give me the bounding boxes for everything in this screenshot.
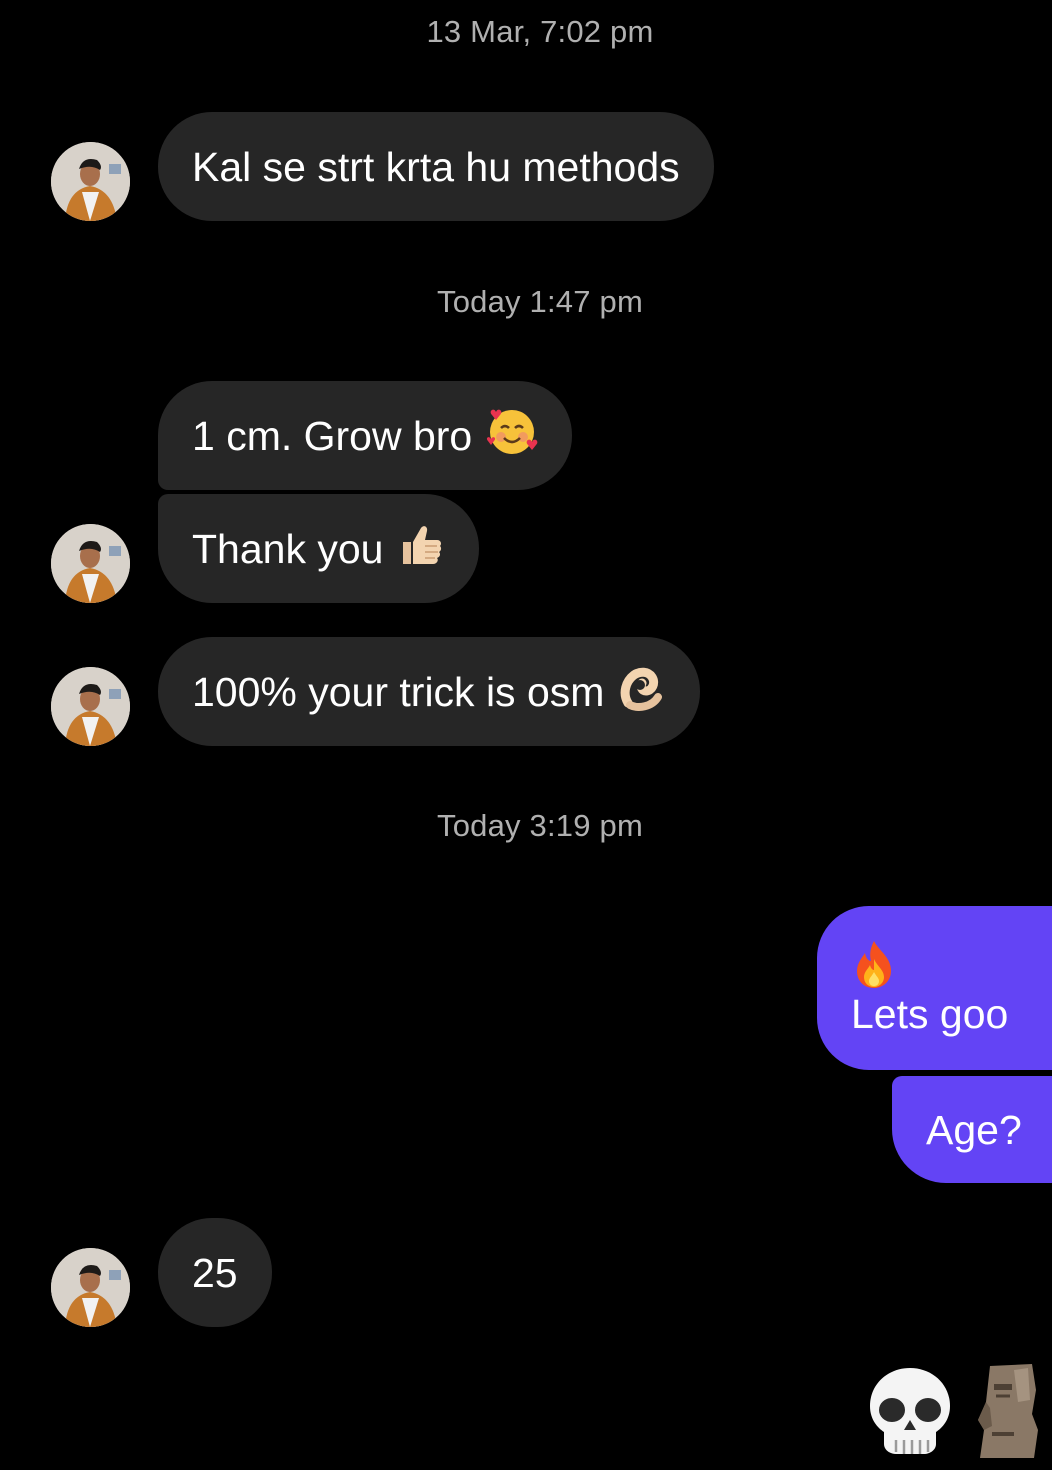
message-text: Thank you [192,525,384,572]
message-text: Kal se strt krta hu methods [192,143,680,190]
profile-photo-icon [51,667,130,746]
message-bubble-received[interactable]: 100% your trick is osm [158,637,701,746]
message-bubble-received[interactable]: 25 [158,1218,272,1327]
message-text: 100% your trick is osm [192,668,605,715]
message-bubble-received[interactable]: Thank you [158,494,480,603]
fire-icon [851,939,897,991]
thumbs-up-icon [397,520,445,577]
avatar[interactable] [51,142,130,221]
moai-icon[interactable] [972,1360,1044,1465]
timestamp: 13 Mar, 7:02 pm [426,14,654,49]
avatar[interactable] [51,1248,130,1327]
message-text: 25 [192,1249,238,1296]
profile-photo-icon [51,142,130,221]
avatar[interactable] [51,667,130,746]
timestamp: Today 3:19 pm [437,808,643,843]
timestamp: Today 1:47 pm [437,284,643,319]
skull-icon[interactable] [866,1364,954,1463]
message-text: 1 cm. Grow bro [192,412,473,459]
profile-photo-icon [51,524,130,603]
message-bubble-received[interactable]: 1 cm. Grow bro [158,381,573,490]
message-bubble-sent[interactable]: Lets goo [817,906,1052,1070]
ok-hand-icon [618,663,666,720]
smiling-face-with-hearts-icon [486,405,538,466]
profile-photo-icon [51,1248,130,1327]
message-text: Age? [926,1106,1022,1153]
message-bubble-received[interactable]: Kal se strt krta hu methods [158,112,714,221]
message-text: Lets goo [851,991,1009,1037]
avatar[interactable] [51,524,130,603]
message-bubble-sent[interactable]: Age? [892,1076,1052,1183]
